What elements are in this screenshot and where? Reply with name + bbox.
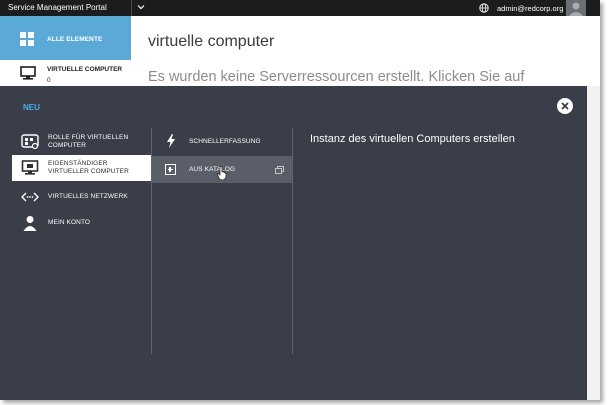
window-edge: [587, 86, 600, 400]
menu-item-label: EIGENSTÄNDIGER VIRTUELLER COMPUTER: [48, 160, 129, 175]
new-item-drawer: NEU ROLLE FÜR VIRTUELLEN COMPUTER EIGENS…: [0, 86, 587, 400]
monitor-icon: [21, 160, 39, 175]
main-content: virtuelle computer Es wurden keine Serve…: [131, 16, 600, 86]
user-account-label[interactable]: admin@redcorp.org: [497, 4, 563, 13]
menu-item-from-catalog[interactable]: AUS KATALOG: [152, 156, 292, 183]
nav-item-virtual-computers[interactable]: VIRTUELLE COMPUTER 0: [0, 60, 131, 86]
grid-icon: [20, 32, 34, 46]
nav-item-label: ALLE ELEMENTE: [47, 36, 103, 43]
menu-item-my-account[interactable]: MEIN KONTO: [12, 213, 151, 233]
menu-item-label: VIRTUELLES NETZWERK: [48, 193, 128, 200]
person-silhouette-icon: [569, 2, 583, 16]
empty-state-message: Es wurden keine Serverressourcen erstell…: [148, 69, 525, 85]
menu-item-virtual-network[interactable]: VIRTUELLES NETZWERK: [12, 187, 151, 205]
menu-item-quick-create[interactable]: SCHNELLERFASSUNG: [152, 130, 292, 152]
close-icon: [561, 102, 569, 110]
left-nav: ALLE ELEMENTE VIRTUELLE COMPUTER 0: [0, 16, 131, 86]
plus-box-icon: [165, 164, 176, 175]
menu-item-label: SCHNELLERFASSUNG: [189, 138, 261, 145]
vm-role-icon: [21, 134, 39, 150]
menu-item-label: AUS KATALOG: [189, 166, 236, 173]
chevron-down-icon[interactable]: [137, 3, 145, 11]
person-icon: [23, 216, 37, 231]
column-divider: [292, 128, 293, 354]
page-title: virtuelle computer: [148, 33, 275, 50]
drawer-title: NEU: [23, 103, 40, 112]
lightning-icon: [167, 134, 175, 148]
top-bar: Service Management Portal admin@redcorp.…: [0, 0, 600, 16]
close-button[interactable]: [557, 98, 573, 114]
nav-item-count: 0: [47, 77, 51, 84]
globe-icon[interactable]: [479, 3, 489, 13]
menu-item-label: MEIN KONTO: [48, 219, 91, 226]
network-icon: [21, 192, 39, 202]
hand-cursor-icon: [217, 166, 227, 180]
create-instance-heading: Instanz des virtuellen Computers erstell…: [310, 133, 515, 145]
portal-title[interactable]: Service Management Portal: [8, 3, 107, 12]
topbar-divider: [131, 0, 132, 16]
monitor-icon: [20, 66, 36, 80]
avatar[interactable]: [566, 0, 586, 16]
menu-item-standalone-vm[interactable]: EIGENSTÄNDIGER VIRTUELLER COMPUTER: [12, 155, 151, 181]
portal-window: Service Management Portal admin@redcorp.…: [0, 0, 600, 400]
menu-item-vm-role[interactable]: ROLLE FÜR VIRTUELLEN COMPUTER: [12, 130, 151, 154]
nav-item-label: VIRTUELLE COMPUTER: [47, 66, 123, 73]
popout-icon[interactable]: [275, 166, 284, 174]
menu-item-label: ROLLE FÜR VIRTUELLEN COMPUTER: [48, 134, 129, 149]
nav-item-all-elements[interactable]: ALLE ELEMENTE: [0, 16, 131, 60]
